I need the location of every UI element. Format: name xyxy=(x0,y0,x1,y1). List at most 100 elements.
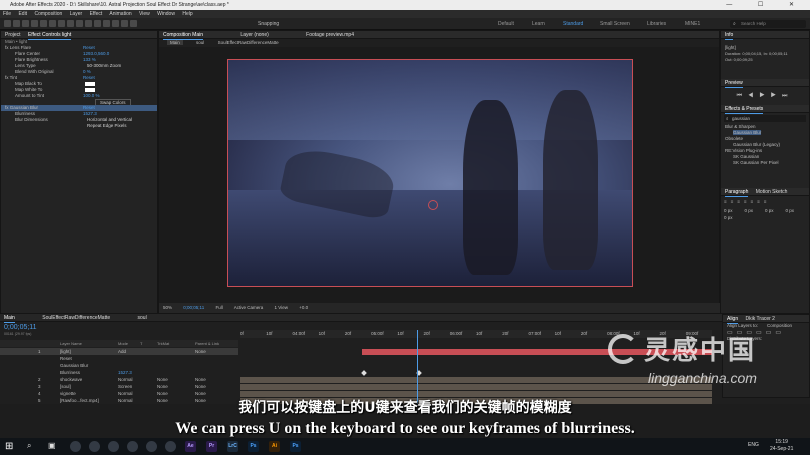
subtab-main[interactable]: Main xyxy=(167,40,183,45)
motion-sketch-tab[interactable]: Motion Sketch xyxy=(756,188,788,196)
clone-tool-icon[interactable] xyxy=(103,20,110,27)
resolution-select[interactable]: Full xyxy=(215,305,222,310)
composition-frame[interactable] xyxy=(227,59,633,287)
layer-name: [light] xyxy=(60,349,71,354)
tab-layer[interactable]: Layer (none) xyxy=(240,31,268,39)
menu-file[interactable]: File xyxy=(3,11,11,17)
selection-tool-icon[interactable] xyxy=(13,20,20,27)
timeline-tab-raw-matte[interactable]: SoulEffectRawDifferenceMatte xyxy=(42,314,110,322)
menu-window[interactable]: Window xyxy=(157,11,175,17)
explorer-icon[interactable] xyxy=(89,441,100,452)
color-swatch[interactable] xyxy=(85,88,95,92)
layer-name: Reset xyxy=(60,356,72,361)
timeline-tab-soul[interactable]: soul xyxy=(138,314,147,322)
input-language[interactable]: ENG xyxy=(748,442,759,448)
effects-tree-item[interactable]: SK Gaussian Per Pixel xyxy=(721,160,809,166)
color-swatch[interactable] xyxy=(85,82,95,86)
tab-footage[interactable]: Footage preview.mp4 xyxy=(306,31,354,39)
exposure-value[interactable]: +0.0 xyxy=(299,305,308,310)
indent-first[interactable]: 0 px xyxy=(765,208,774,213)
view-layout-select[interactable]: 1 View xyxy=(275,305,288,310)
help-search[interactable]: ⌕ Search Help xyxy=(730,20,806,28)
workspace-libraries[interactable]: Libraries xyxy=(647,18,666,30)
pen-tool-icon[interactable] xyxy=(76,20,83,27)
menu-effect[interactable]: Effect xyxy=(90,11,103,17)
menu-view[interactable]: View xyxy=(139,11,150,17)
window-controls[interactable]: — ☐ ✕ xyxy=(726,0,806,10)
blender-icon[interactable] xyxy=(127,441,138,452)
taskbar-app-icon[interactable]: Pr xyxy=(206,441,217,452)
taskbar-app-icon[interactable]: Ai xyxy=(269,441,280,452)
snapping-toggle[interactable]: Snapping xyxy=(258,18,279,30)
timeline-tab-main[interactable]: Main xyxy=(4,314,15,323)
firefox-icon[interactable] xyxy=(108,441,119,452)
search-icon[interactable]: ⌕ xyxy=(27,441,31,451)
mask-tool-icon[interactable] xyxy=(67,20,74,27)
workspace-default[interactable]: Default xyxy=(498,18,514,30)
paragraph-title[interactable]: Paragraph xyxy=(725,188,749,197)
maps-icon[interactable] xyxy=(165,441,176,452)
indent-right[interactable]: 0 px xyxy=(745,208,754,213)
tab-project[interactable]: Project xyxy=(5,31,21,39)
timeline-layer-row[interactable]: 2 shockwave Normal None None xyxy=(0,376,238,383)
effect-row[interactable]: Repeat Edge Pixels xyxy=(1,123,157,129)
pan-behind-tool-icon[interactable] xyxy=(58,20,65,27)
eraser-tool-icon[interactable] xyxy=(112,20,119,27)
timeline-layer-row[interactable]: Gaussian Blur xyxy=(0,362,238,369)
info-title[interactable]: Info xyxy=(725,31,734,40)
camera-tool-icon[interactable] xyxy=(49,20,56,27)
effects-search-input[interactable]: ⌕ gaussian xyxy=(724,115,806,122)
timeline-layer-row[interactable]: 3 [soul] Screen None None xyxy=(0,383,238,390)
workspace-standard[interactable]: Standard xyxy=(563,18,583,30)
menu-animation[interactable]: Animation xyxy=(109,11,131,17)
paragraph-align-icons[interactable]: ≡≡≡≡≡≡≡ xyxy=(724,199,806,204)
brush-tool-icon[interactable] xyxy=(94,20,101,27)
checkbox-repeat-edge[interactable]: Repeat Edge Pixels xyxy=(87,123,127,129)
preview-controls[interactable]: ⏮◀▶▶⏭ xyxy=(721,87,809,105)
menu-help[interactable]: Help xyxy=(182,11,192,17)
space-before[interactable]: 0 px xyxy=(786,208,795,213)
workspace-mine1[interactable]: MINE1 xyxy=(685,18,700,30)
timeline-timecode[interactable]: 0;00;05;11 xyxy=(4,324,37,331)
clock[interactable]: 15:19 24-Sep-21 xyxy=(770,439,793,453)
menu-edit[interactable]: Edit xyxy=(18,11,27,17)
hand-tool-icon[interactable] xyxy=(22,20,29,27)
home-icon[interactable] xyxy=(4,20,11,27)
align-tab-2[interactable]: Dkik Tracer 2 xyxy=(746,315,775,323)
indent-left[interactable]: 0 px xyxy=(724,208,733,213)
timeline-layer-row[interactable]: Reset xyxy=(0,355,238,362)
effects-presets-title[interactable]: Effects & Presets xyxy=(725,105,764,114)
timeline-layer-row[interactable]: 4 vignette Normal None None xyxy=(0,390,238,397)
viewer-timecode[interactable]: 0;00;05;11 xyxy=(183,305,204,310)
taskbar-app-icon[interactable]: LrC xyxy=(227,441,238,452)
windows-start-icon[interactable]: ⊞ xyxy=(5,441,13,452)
layer-num: 4 xyxy=(38,391,41,396)
menu-layer[interactable]: Layer xyxy=(70,11,83,17)
task-view-icon[interactable]: ▣ xyxy=(48,441,56,450)
type-tool-icon[interactable] xyxy=(85,20,92,27)
workspace-learn[interactable]: Learn xyxy=(532,18,545,30)
align-target-select[interactable]: Composition xyxy=(767,323,792,329)
composition-viewer: Composition Main Layer (none) Footage pr… xyxy=(158,30,721,314)
zoom-level[interactable]: 50% xyxy=(163,305,172,310)
camera-select[interactable]: Active Camera xyxy=(234,305,264,310)
roto-tool-icon[interactable] xyxy=(121,20,128,27)
puppet-tool-icon[interactable] xyxy=(130,20,137,27)
chrome-icon[interactable] xyxy=(70,441,81,452)
timeline-layer-row[interactable]: Blurriness 1527.3 xyxy=(0,369,238,376)
menu-composition[interactable]: Composition xyxy=(34,11,62,17)
taskbar-app-icon[interactable]: Ps xyxy=(290,441,301,452)
zoom-tool-icon[interactable] xyxy=(31,20,38,27)
subtab-raw-difference-matte[interactable]: SoulEffectRawDifferenceMatte xyxy=(218,40,279,45)
current-time-indicator[interactable] xyxy=(417,330,418,404)
timeline-layer-row[interactable]: 1 [light] Add None xyxy=(0,348,238,355)
taskbar-app-icon[interactable]: Ae xyxy=(185,441,196,452)
rotate-tool-icon[interactable] xyxy=(40,20,47,27)
space-after[interactable]: 0 px xyxy=(724,215,733,220)
keyframe-marker[interactable] xyxy=(361,370,367,376)
obs-icon[interactable] xyxy=(146,441,157,452)
workspace-small-screen[interactable]: Small Screen xyxy=(600,18,630,30)
taskbar-app-icon[interactable]: Ps xyxy=(248,441,259,452)
flare-center-marker[interactable] xyxy=(428,200,438,210)
subtab-soul[interactable]: soul xyxy=(196,40,204,45)
